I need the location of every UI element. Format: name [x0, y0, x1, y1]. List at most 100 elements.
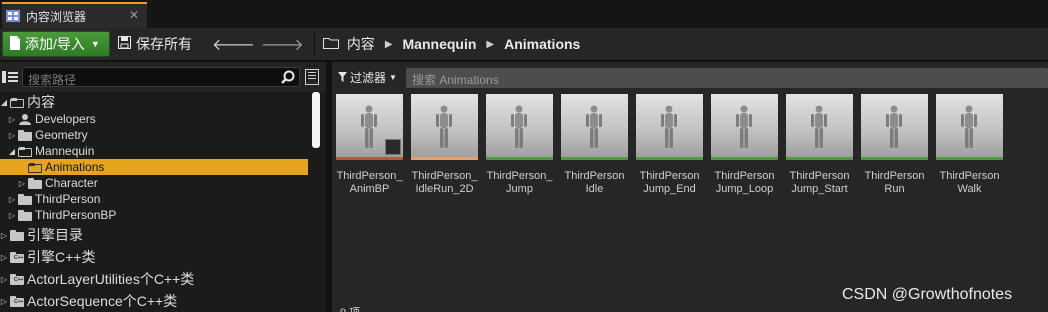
asset-search-placeholder: 搜索 Animations [412, 73, 499, 87]
asset-name: ThirdPerson Walk [930, 170, 1009, 196]
asset-name: ThirdPerson_ AnimBP [330, 170, 409, 196]
tree-item-thirdperson[interactable]: ▷ ThirdPerson [0, 191, 308, 207]
mannequin-figure-icon [586, 105, 602, 148]
tree-item-character[interactable]: ▷ Character [0, 175, 308, 191]
asset-filter-bar: 过滤器 ▼ 搜索 Animations [332, 66, 1048, 90]
tree-item-engine-content[interactable]: ▷ 引擎目录 [0, 227, 308, 243]
blueprint-badge-icon [385, 139, 401, 155]
asset-name: ThirdPerson_ Jump [480, 170, 559, 196]
folder-icon [10, 229, 24, 241]
tree-item-label: ThirdPersonBP [35, 208, 117, 222]
mannequin-figure-icon [661, 105, 677, 148]
collapsed-arrow-icon[interactable]: ▷ [8, 195, 16, 204]
tree-item-actorlayerutilities[interactable]: ▷ C++ ActorLayerUtilities个C++类 [0, 271, 308, 287]
mannequin-figure-icon [436, 105, 452, 148]
collapsed-arrow-icon[interactable]: ▷ [0, 231, 8, 240]
cpp-folder-icon: C++ [10, 273, 24, 285]
asset-name-line1: ThirdPerson_ [486, 170, 553, 182]
expanded-arrow-icon[interactable]: ◢ [8, 147, 16, 156]
tab-title: 内容浏览器 [26, 9, 87, 24]
tree-item-mannequin[interactable]: ◢ Mannequin [0, 143, 308, 159]
tree-item-label: Mannequin [35, 144, 95, 158]
mannequin-figure-icon [886, 105, 902, 148]
asset-thumbnail [711, 94, 778, 160]
tree-item-developers[interactable]: ▷ Developers [0, 111, 308, 127]
add-import-label: 添加/导入 [25, 36, 85, 52]
asset-name-line1: ThirdPerson [789, 170, 850, 182]
tree-item-geometry[interactable]: ▷ Geometry [0, 127, 308, 143]
asset-type-bar [486, 157, 553, 160]
tree-item-engine-cpp[interactable]: ▷ C++ 引擎C++类 [0, 249, 308, 265]
path-search-input[interactable]: 搜索路径 [22, 67, 300, 87]
asset-name-line2: Jump_End [643, 183, 696, 195]
mannequin-figure-icon [961, 105, 977, 148]
expanded-arrow-icon[interactable]: ◢ [0, 98, 8, 107]
asset-type-bar [561, 157, 628, 160]
asset-type-bar [786, 157, 853, 160]
search-icon[interactable] [281, 70, 295, 84]
tree-item-animations[interactable]: Animations [0, 159, 308, 175]
collapsed-arrow-icon[interactable]: ▷ [0, 275, 8, 284]
back-arrow-icon[interactable]: 🡐 [212, 34, 255, 55]
asset-search-input[interactable]: 搜索 Animations [406, 68, 1048, 88]
sources-panel: 搜索路径 ◢ 内容 ▷ Developers ▷ Geometry ◢ Mann… [0, 62, 326, 312]
view-options-icon[interactable] [305, 69, 319, 85]
asset-name-line2: Walk [957, 183, 982, 195]
filters-button[interactable]: 过滤器 ▼ [338, 69, 397, 86]
sources-toggle-icon[interactable] [2, 70, 18, 84]
asset-type-bar [711, 157, 778, 160]
asset-type-bar [336, 157, 403, 160]
mannequin-figure-icon [811, 105, 827, 148]
tree-item-thirdpersonbp[interactable]: ▷ ThirdPersonBP [0, 207, 308, 223]
forward-arrow-icon[interactable]: 🡒 [261, 34, 304, 55]
add-import-button[interactable]: 添加/导入 ▼ [2, 31, 110, 57]
tree-scrollbar[interactable] [312, 92, 320, 148]
asset-name: ThirdPerson Jump_End [630, 170, 709, 196]
asset-name-line2: Jump_Loop [715, 183, 774, 195]
breadcrumb-animations[interactable]: Animations [504, 36, 580, 52]
asset-thumbnail [936, 94, 1003, 160]
tree-item-label: ThirdPerson [35, 192, 101, 206]
folder-icon [18, 209, 32, 221]
asset-name-line1: ThirdPerson_ [411, 170, 478, 182]
open-folder-icon [28, 162, 42, 173]
folder-icon [28, 177, 42, 189]
toolbar-divider [313, 32, 315, 56]
asset-name-line1: ThirdPerson [714, 170, 775, 182]
breadcrumb-separator-icon: ▶ [384, 38, 393, 50]
save-all-button[interactable]: 保存所有 [118, 34, 192, 54]
tree-item-actorsequence[interactable]: ▷ C++ ActorSequence个C++类 [0, 293, 308, 309]
asset-name-line1: ThirdPerson [939, 170, 1000, 182]
breadcrumb-mannequin[interactable]: Mannequin [403, 36, 477, 52]
asset-name: ThirdPerson Jump_Loop [705, 170, 784, 196]
sources-header: 搜索路径 [0, 62, 326, 92]
new-file-icon [9, 35, 21, 53]
open-folder-icon [18, 146, 32, 157]
collapsed-arrow-icon[interactable]: ▷ [0, 297, 8, 306]
collapsed-arrow-icon[interactable]: ▷ [18, 179, 26, 188]
asset-name-line2: Jump [506, 183, 533, 195]
asset-type-bar [861, 157, 928, 160]
tree-item-content[interactable]: ◢ 内容 [0, 94, 308, 110]
asset-type-bar [411, 157, 478, 160]
breadcrumb-content[interactable]: 内容 [347, 34, 375, 54]
save-icon [118, 36, 131, 52]
tab-content-browser[interactable]: 内容浏览器 ✕ [2, 2, 147, 28]
collapsed-arrow-icon[interactable]: ▷ [8, 131, 16, 140]
tree-item-label: Geometry [35, 128, 88, 142]
breadcrumb: 内容 ▶ Mannequin ▶ Animations [322, 34, 580, 54]
tree-item-label: 引擎C++类 [27, 249, 96, 265]
breadcrumb-separator-icon: ▶ [486, 38, 495, 50]
item-count: 9 项 [340, 304, 360, 312]
asset-name: ThirdPerson Run [855, 170, 934, 196]
asset-name-line1: ThirdPerson [639, 170, 700, 182]
asset-name-line2: AnimBP [349, 183, 390, 195]
collapsed-arrow-icon[interactable]: ▷ [8, 211, 16, 220]
asset-name-line2: Idle [585, 183, 604, 195]
close-icon[interactable]: ✕ [129, 8, 139, 22]
collapsed-arrow-icon[interactable]: ▷ [8, 115, 16, 124]
tree-item-label: Animations [45, 160, 105, 174]
toolbar: 添加/导入 ▼ 保存所有 🡐 🡒 内容 ▶ Mannequin ▶ Animat… [0, 28, 1048, 61]
collapsed-arrow-icon[interactable]: ▷ [0, 253, 8, 262]
asset-name-line1: ThirdPerson_ [336, 170, 403, 182]
